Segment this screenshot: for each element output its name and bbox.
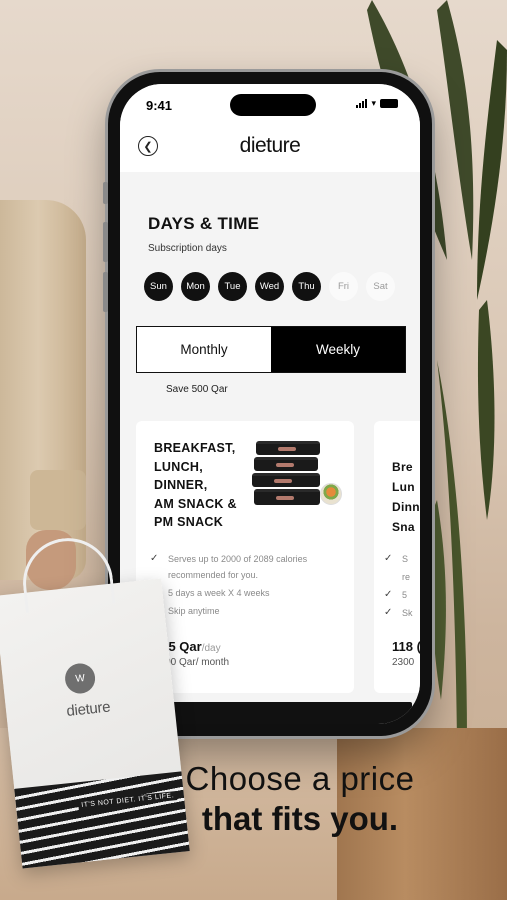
bag-logo-mark: W <box>63 661 97 695</box>
plan-title-line: Lun <box>392 480 415 494</box>
feature-item: ✓ 5 days a week X 4 weeks <box>150 585 336 601</box>
plan-title-line: LUNCH, <box>154 459 204 474</box>
meal-tray <box>254 457 318 471</box>
section-title: DAYS & TIME <box>148 214 260 233</box>
section-subtitle: Subscription days <box>148 243 227 254</box>
day-chip-sun[interactable]: Sun <box>144 272 173 301</box>
signal-icon <box>356 99 368 108</box>
phone-volume-up <box>103 222 108 262</box>
plan-features: ✓ S re ✓ 5 ✓ Sk <box>384 551 413 623</box>
phone-volume-down <box>103 272 108 312</box>
feature-text: Serves up to 2000 of 2089 calories recom… <box>168 554 308 580</box>
check-icon: ✓ <box>384 607 393 618</box>
day-chip-thu[interactable]: Thu <box>292 272 321 301</box>
feature-text: re <box>402 572 411 582</box>
continue-bar[interactable] <box>144 702 412 724</box>
feature-item: ✓ S <box>384 551 413 567</box>
plan-title-line: DINNER, <box>154 478 208 492</box>
meal-tray <box>252 473 320 487</box>
phone-side-button <box>103 182 108 204</box>
meal-containers-image <box>252 441 350 515</box>
promo-caption: Choose a price that fits you. <box>150 760 450 840</box>
status-time: 9:41 <box>146 98 173 113</box>
plan-price: 118 ( <box>392 639 420 654</box>
feature-text: Skip anytime <box>168 606 220 616</box>
check-icon <box>384 569 392 585</box>
plan-title-line: AM SNACK & <box>154 496 237 511</box>
day-chip-fri[interactable]: Fri <box>329 272 358 301</box>
feature-item: re <box>384 569 413 585</box>
day-chip-tue[interactable]: Tue <box>218 272 247 301</box>
check-icon: ✓ <box>384 553 393 564</box>
plan-card-next[interactable]: Bre Lun Dinn Sna ✓ S re ✓ 5 ✓ Sk 118 ( 2300 <box>374 421 420 693</box>
plan-toggle: Monthly Weekly <box>136 326 406 373</box>
feature-item: ✓ 5 <box>384 587 413 603</box>
plan-title-line: Sna <box>392 520 415 534</box>
plan-title-line: Bre <box>392 460 413 474</box>
meal-tray <box>256 441 320 455</box>
tab-monthly[interactable]: Monthly <box>137 327 271 372</box>
bag-logo-text: dieture <box>65 698 111 720</box>
plan-title-line: BREAKFAST, <box>154 441 236 455</box>
day-chip-wed[interactable]: Wed <box>255 272 284 301</box>
feature-item: ✓ Sk <box>384 605 413 621</box>
meal-tray <box>254 489 320 505</box>
wifi-icon: ▾ <box>371 98 376 108</box>
feature-item: ✓ Serves up to 2000 of 2089 calories rec… <box>150 551 336 583</box>
status-bar: 9:41 ▾ <box>120 84 420 120</box>
app-header: ❮ dieture <box>120 120 420 172</box>
save-note: Save 500 Qar <box>166 384 228 395</box>
plan-card-title: Bre Lun Dinn Sna <box>392 457 420 537</box>
feature-item: ✓ Skip anytime <box>150 603 336 619</box>
plan-card-title: BREAKFAST, LUNCH, DINNER, AM SNACK & PM … <box>154 439 237 532</box>
dynamic-island <box>230 94 316 116</box>
plan-price-monthly: 2300 <box>392 657 415 668</box>
caption-line-1: Choose a price <box>185 760 415 797</box>
coat-cuff <box>30 470 86 530</box>
tab-weekly[interactable]: Weekly <box>271 327 405 372</box>
feature-text: 5 days a week X 4 weeks <box>168 588 270 598</box>
status-icons: ▾ <box>356 99 398 108</box>
check-icon: ✓ <box>384 589 393 600</box>
caption-line-2: that fits you. <box>201 800 399 837</box>
plan-features: ✓ Serves up to 2000 of 2089 calories rec… <box>150 551 336 621</box>
day-chip-sat[interactable]: Sat <box>366 272 395 301</box>
plan-title-line: Dinn <box>392 500 420 514</box>
battery-icon <box>380 99 398 108</box>
app-logo: dieture <box>239 134 301 157</box>
salad-cup <box>320 483 342 505</box>
feature-text: 5 <box>402 590 408 600</box>
price-unit: /day <box>201 643 221 654</box>
feature-text: S <box>402 554 409 564</box>
plan-title-line: PM SNACK <box>154 515 224 529</box>
day-selector: Sun Mon Tue Wed Thu Fri Sat <box>144 272 395 301</box>
day-chip-mon[interactable]: Mon <box>181 272 210 301</box>
feature-text: Sk <box>402 608 413 618</box>
